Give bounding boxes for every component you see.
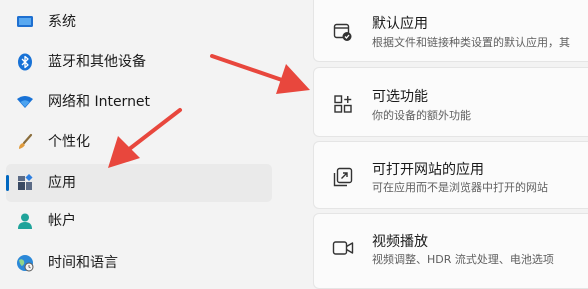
wifi-icon: [16, 93, 34, 111]
sidebar-item-time-language[interactable]: 时间和语言: [6, 244, 272, 282]
apps-icon: [16, 174, 34, 192]
card-subtitle: 你的设备的额外功能: [372, 109, 471, 122]
bluetooth-icon: [16, 53, 34, 71]
card-video-playback[interactable]: 视频播放 视频调整、HDR 流式处理、电池选项: [313, 213, 588, 289]
video-playback-icon: [332, 237, 354, 259]
sidebar-item-network[interactable]: 网络和 Internet: [6, 83, 272, 121]
brush-icon: [16, 133, 34, 151]
selection-indicator: [6, 175, 9, 191]
card-subtitle: 视频调整、HDR 流式处理、电池选项: [372, 253, 554, 266]
card-apps-for-websites[interactable]: 可打开网站的应用 可在应用而不是浏览器中打开的网站: [313, 141, 588, 209]
card-title: 可打开网站的应用: [372, 162, 484, 178]
sidebar-item-label: 蓝牙和其他设备: [48, 54, 146, 70]
card-optional-features[interactable]: 可选功能 你的设备的额外功能: [313, 67, 588, 137]
sidebar-item-system[interactable]: 系统: [6, 3, 272, 41]
sidebar-item-label: 帐户: [48, 213, 76, 229]
sidebar-item-label: 时间和语言: [48, 255, 118, 271]
monitor-icon: [16, 13, 34, 31]
apps-for-websites-icon: [332, 166, 354, 188]
card-default-apps[interactable]: 默认应用 根据文件和链接种类设置的默认应用，其: [313, 0, 588, 62]
person-icon: [16, 212, 34, 230]
card-title: 视频播放: [372, 234, 428, 250]
sidebar-item-label: 应用: [48, 175, 76, 191]
optional-features-icon: [332, 93, 354, 115]
sidebar-item-bluetooth[interactable]: 蓝牙和其他设备: [6, 43, 272, 81]
sidebar-item-label: 个性化: [48, 134, 90, 150]
card-title: 默认应用: [372, 16, 428, 32]
sidebar-item-label: 系统: [48, 14, 76, 30]
globe-clock-icon: [16, 254, 34, 272]
sidebar-item-personalization[interactable]: 个性化: [6, 123, 272, 161]
sidebar-item-apps[interactable]: 应用: [6, 164, 272, 202]
card-subtitle: 可在应用而不是浏览器中打开的网站: [372, 181, 548, 194]
settings-sidebar: 系统 蓝牙和其他设备 网络和 Internet 个性化 应用 帐户 时间和语言: [0, 0, 300, 281]
card-subtitle: 根据文件和链接种类设置的默认应用，其: [372, 36, 570, 49]
sidebar-item-accounts[interactable]: 帐户: [6, 202, 272, 240]
default-apps-icon: [332, 21, 354, 43]
sidebar-item-label: 网络和 Internet: [48, 94, 151, 110]
card-title: 可选功能: [372, 89, 428, 105]
